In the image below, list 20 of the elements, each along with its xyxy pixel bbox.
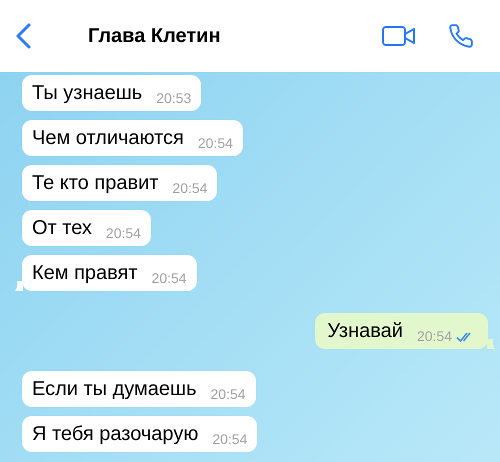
message-text: Чем отличаются [32, 126, 184, 150]
message-text: Я тебя разочарую [32, 422, 198, 446]
video-call-icon[interactable] [382, 25, 416, 47]
message-text: Узнавай [327, 319, 403, 343]
message-time: 20:54 [210, 385, 246, 404]
message-text: Если ты думаешь [32, 377, 197, 401]
message-text: Те кто правит [32, 171, 158, 195]
message-time: 20:54 [416, 327, 452, 346]
message-time: 20:53 [156, 89, 192, 108]
back-icon[interactable] [14, 22, 32, 50]
message-time: 20:54 [212, 430, 248, 449]
message-text: Ты узнаешь [32, 81, 142, 105]
contact-name: Глава Клетин [88, 24, 221, 49]
message-time: 20:54 [198, 134, 233, 153]
message-time: 20:54 [172, 179, 208, 198]
message-time: 20:54 [106, 224, 141, 243]
message-text: От тех [32, 216, 92, 240]
phone-icon[interactable] [448, 23, 474, 49]
message-text: Кем правят [32, 261, 138, 285]
message-time: 20:54 [152, 269, 187, 288]
